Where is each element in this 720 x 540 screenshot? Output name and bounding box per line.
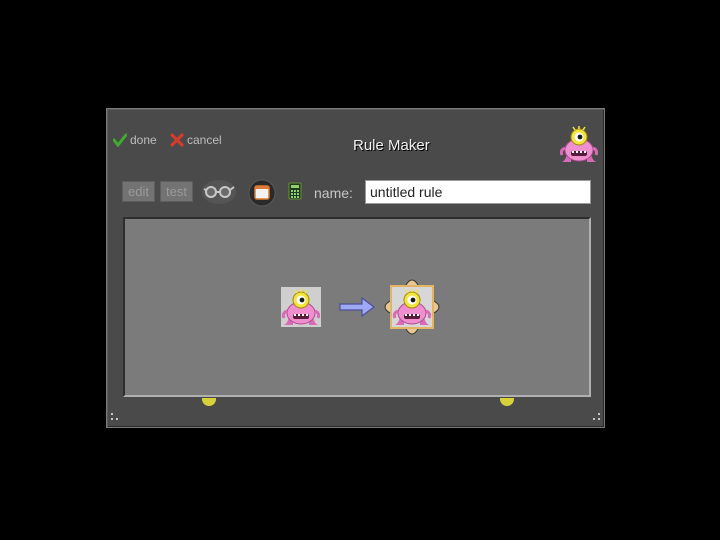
rule-maker-window: done cancel Rule Maker edit test name: xyxy=(106,108,605,428)
cancel-button[interactable]: cancel xyxy=(170,133,222,147)
rule-name-input[interactable] xyxy=(365,180,591,204)
pink-monster-icon[interactable] xyxy=(559,123,599,165)
glasses-icon[interactable] xyxy=(201,179,237,205)
after-tile[interactable] xyxy=(390,285,434,329)
resize-handle-bottom-icon[interactable] xyxy=(405,329,419,337)
resize-grip-left-icon[interactable] xyxy=(110,412,122,424)
done-label: done xyxy=(130,133,157,147)
x-icon xyxy=(170,133,184,147)
test-button[interactable]: test xyxy=(160,181,193,202)
resize-grip-right-icon[interactable] xyxy=(589,412,601,424)
resize-handle-top-icon[interactable] xyxy=(405,277,419,285)
edit-button[interactable]: edit xyxy=(122,181,155,202)
before-tile[interactable] xyxy=(281,287,321,327)
window-title: Rule Maker xyxy=(353,137,430,154)
checkmark-icon xyxy=(113,133,127,147)
name-label: name: xyxy=(314,185,353,201)
pink-monster-icon xyxy=(392,287,432,327)
tv-icon[interactable] xyxy=(248,179,276,207)
drag-handle-right[interactable] xyxy=(500,398,514,406)
resize-handle-left-icon[interactable] xyxy=(382,300,390,314)
drag-handle-left[interactable] xyxy=(202,398,216,406)
cancel-label: cancel xyxy=(187,133,222,147)
rule-canvas[interactable] xyxy=(123,217,591,397)
resize-handle-right-icon[interactable] xyxy=(434,300,442,314)
calculator-icon[interactable] xyxy=(288,182,302,200)
arrow-right-icon xyxy=(339,296,375,318)
pink-monster-icon xyxy=(281,287,321,327)
done-button[interactable]: done xyxy=(113,133,157,147)
